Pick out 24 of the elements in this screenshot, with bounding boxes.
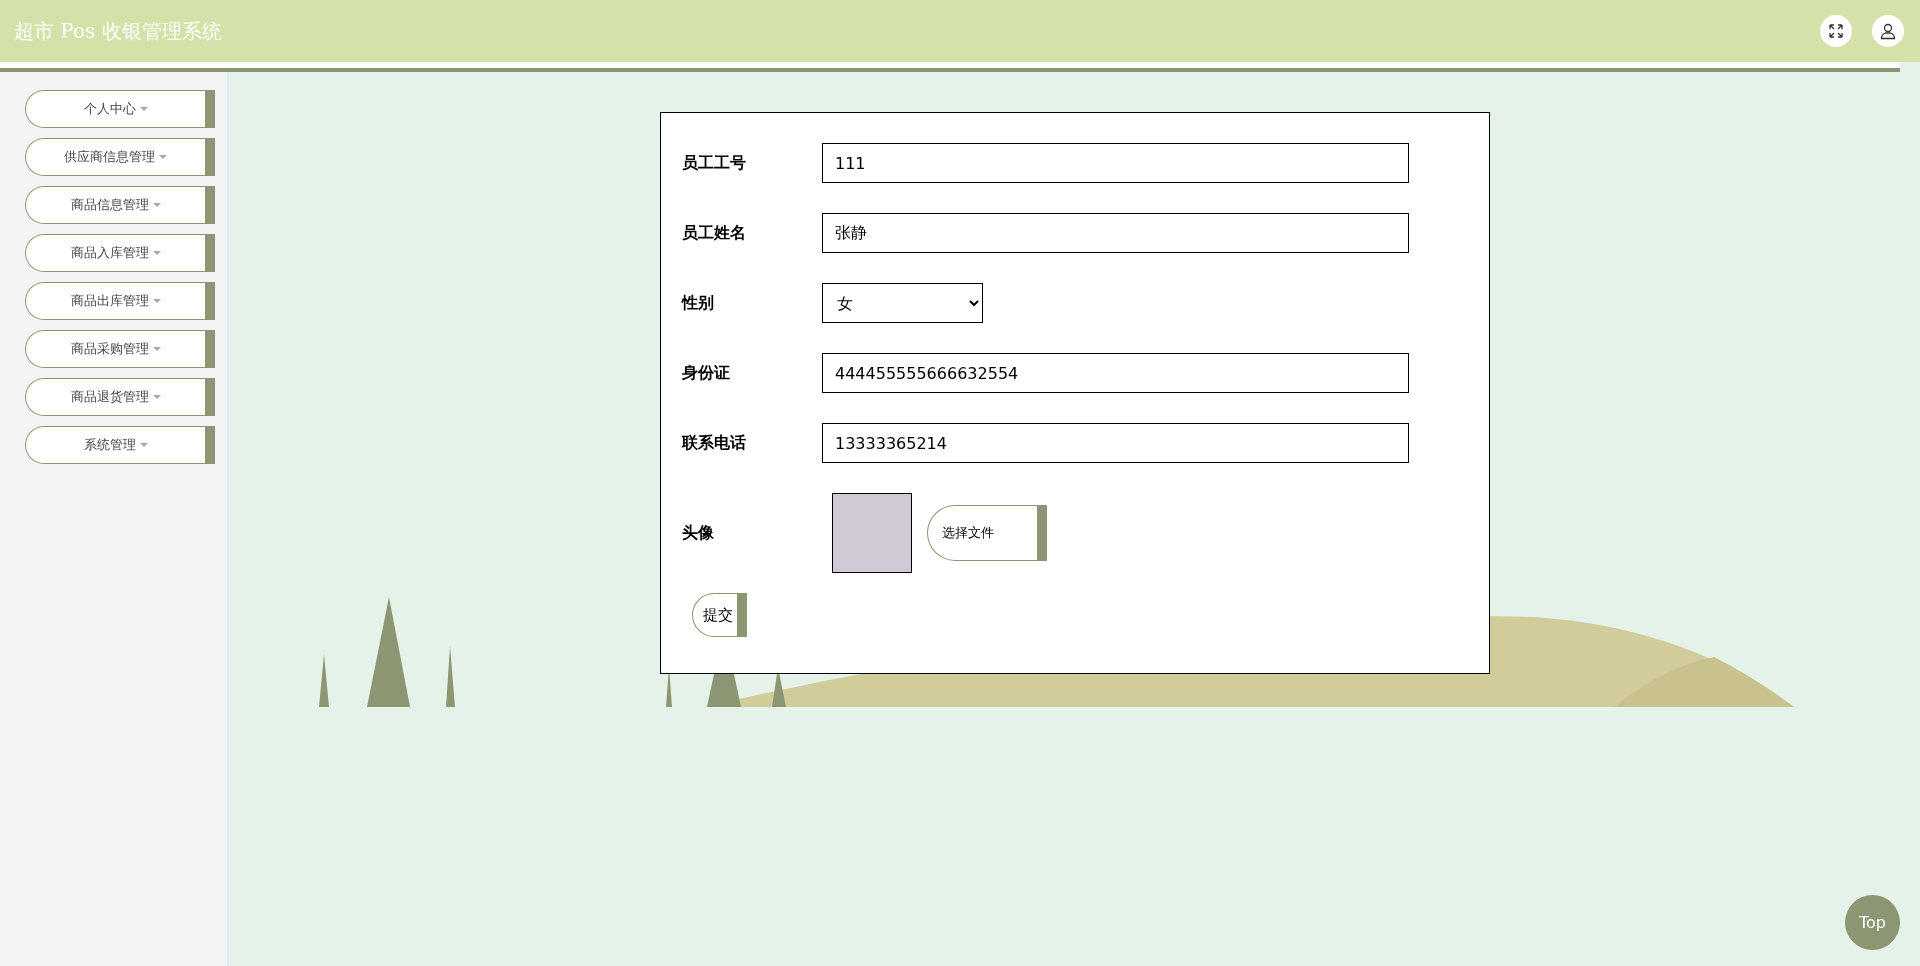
field-label: 联系电话 bbox=[682, 432, 747, 454]
input-field[interactable]: 张静 bbox=[822, 213, 1409, 253]
menu-item[interactable]: 商品出库管理 bbox=[25, 282, 215, 320]
submit-button[interactable]: 提交 bbox=[692, 593, 747, 637]
gender-select[interactable]: 女 bbox=[822, 283, 983, 323]
menu-item[interactable]: 商品信息管理 bbox=[25, 186, 215, 224]
fullscreen-icon[interactable] bbox=[1820, 15, 1852, 47]
field-label: 性别 bbox=[682, 292, 715, 314]
user-icon[interactable] bbox=[1872, 15, 1904, 47]
field-label: 员工姓名 bbox=[682, 222, 747, 244]
choose-file-button[interactable]: 选择文件 bbox=[927, 505, 1047, 561]
input-field[interactable]: 444455555666632554 bbox=[822, 353, 1409, 393]
input-field[interactable]: 111 bbox=[822, 143, 1409, 183]
field-label: 头像 bbox=[682, 522, 715, 544]
menu-item[interactable]: 商品采购管理 bbox=[25, 330, 215, 368]
menu-item[interactable]: 商品退货管理 bbox=[25, 378, 215, 416]
app-title: 超市 Pos 收银管理系统 bbox=[14, 17, 222, 45]
input-field[interactable]: 13333365214 bbox=[822, 423, 1409, 463]
menu-item[interactable]: 供应商信息管理 bbox=[25, 138, 215, 176]
field-label: 身份证 bbox=[682, 362, 731, 384]
menu-item[interactable]: 系统管理 bbox=[25, 426, 215, 464]
menu-item[interactable]: 商品入库管理 bbox=[25, 234, 215, 272]
menu-item[interactable]: 个人中心 bbox=[25, 90, 215, 128]
field-label: 员工工号 bbox=[682, 152, 747, 174]
